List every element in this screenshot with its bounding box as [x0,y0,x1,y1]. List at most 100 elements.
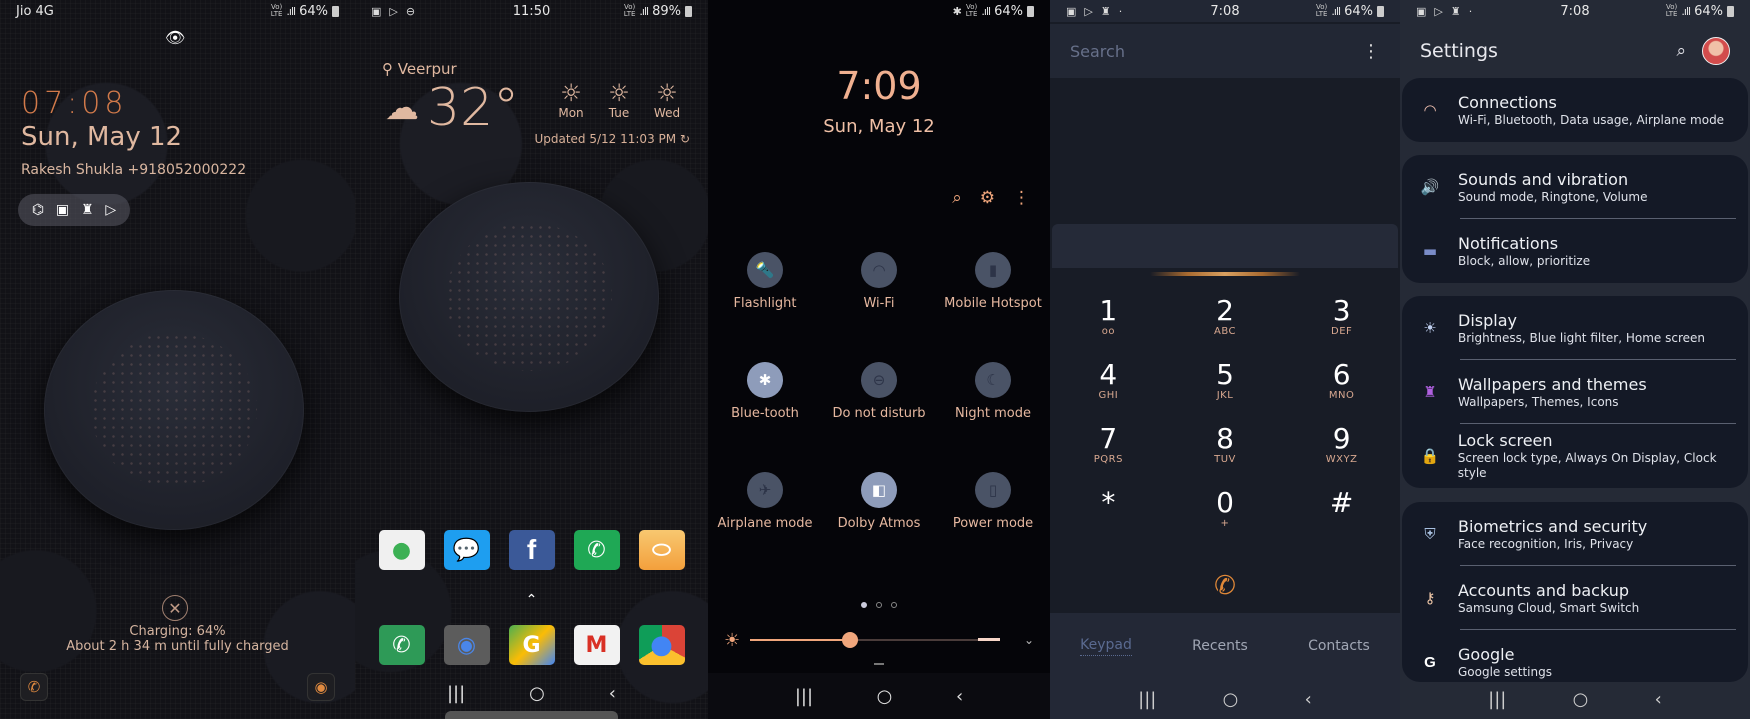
back-button[interactable]: ‹ [956,686,963,707]
panel-handle[interactable] [874,663,884,665]
phone-dialer: ▣ ▷ ♜ · 7:08 Vo) LTE .ıll 64% Search ⋮ 1 ᴏᴏ 2 A… [1050,0,1400,719]
page-dot[interactable] [861,602,867,608]
search-icon[interactable]: ⌕ [952,188,962,208]
quick-tile[interactable]: ◧ Dolby Atmos [822,472,936,546]
camera-shortcut[interactable]: ◉ [307,673,335,701]
eye-icon[interactable]: 👁 [165,28,185,47]
number-display[interactable] [1050,78,1400,224]
settings-item[interactable]: ⚷ Accounts and backup Samsung Cloud, Smart… [1402,566,1748,630]
quick-tile[interactable]: ⊖ Do not disturb [822,362,936,436]
gear-icon[interactable]: ⚙ [980,188,995,208]
chrome-app-icon[interactable]: ● [638,625,685,665]
recents-button[interactable]: ||| [1488,689,1506,710]
keypad-key[interactable]: * [1050,488,1167,530]
maps-app-icon[interactable]: G [508,625,555,665]
keypad-key[interactable]: 7 PQRS [1050,424,1167,466]
quick-tile[interactable]: ▮ Mobile Hotspot [936,252,1050,326]
close-icon[interactable]: ✕ [162,595,188,621]
home-button[interactable]: ○ [1573,689,1589,710]
game-launcher-icon[interactable]: ⌬ [32,202,44,218]
brightness-slider[interactable] [750,632,1000,648]
keypad-key[interactable]: 3 DEF [1283,296,1400,338]
recents-button[interactable]: ||| [1138,689,1156,710]
gmail-app-icon[interactable]: M [573,625,620,665]
keypad-key[interactable]: 0 + [1167,488,1284,530]
recents-button[interactable]: ||| [795,686,813,707]
chevron-down-icon[interactable]: ⌄ [1024,633,1034,647]
panel-date[interactable]: Sun, May 12 [708,116,1050,137]
play-store-icon[interactable]: ▷ [105,202,116,218]
keypad-key[interactable]: 4 GHI [1050,360,1167,402]
home-button[interactable]: ○ [877,686,893,707]
settings-item[interactable]: ☀ Display Brightness, Blue light filter, H… [1402,296,1748,360]
notes-app-icon[interactable]: ⬭ [638,530,685,570]
keypad-key[interactable]: 2 ABC [1167,296,1284,338]
back-button[interactable]: ‹ [1655,689,1662,710]
refresh-icon[interactable]: ↻ [680,132,690,146]
settings-item[interactable]: G Google Google settings [1402,630,1748,682]
keypad-key[interactable]: 8 TUV [1167,424,1284,466]
settings-item[interactable]: 🔊 Sounds and vibration Sound mode, Rington… [1402,155,1748,219]
theme-brush-icon[interactable]: ♜ [81,202,94,218]
back-button[interactable]: ‹ [1305,689,1312,710]
battery-percent: 64% [1344,3,1373,19]
tab-recents[interactable]: Recents [1192,638,1248,654]
battery-percent: 64% [299,3,328,19]
toggle-app-icon[interactable]: ● [378,530,425,570]
more-options-icon[interactable]: ⋮ [1013,188,1030,208]
key-letters: MNO [1328,390,1355,401]
settings-item-title: Notifications [1458,233,1559,253]
avatar[interactable] [1702,37,1730,65]
phone-shortcut[interactable]: ✆ [20,673,48,701]
brightness-thumb[interactable] [842,632,859,648]
keypad-key[interactable]: 9 WXYZ [1283,424,1400,466]
keypad-key[interactable]: 1 ᴏᴏ [1050,296,1167,338]
page-dot[interactable] [876,602,882,608]
home-button[interactable]: ○ [1223,689,1239,710]
quick-tile[interactable]: ◠ Wi-Fi [822,252,936,326]
quick-tile[interactable]: 🔦 Flashlight [708,252,822,326]
tab-keypad[interactable]: Keypad [1080,637,1132,656]
back-button[interactable]: ‹ [609,683,616,704]
quick-tile[interactable]: ☾ Night mode [936,362,1050,436]
settings-item-title: Accounts and backup [1458,580,1630,600]
page-title: Settings [1420,40,1498,62]
keypad-key[interactable]: 5 JKL [1167,360,1284,402]
settings-item[interactable]: ◠ Connections Wi-Fi, Bluetooth, Data usage… [1402,78,1748,142]
keypad-key[interactable]: 6 MNO [1283,360,1400,402]
settings-item[interactable]: ♜ Wallpapers and themes Wallpapers, Themes… [1402,360,1748,424]
phone-app-icon[interactable]: ✆ [378,625,425,665]
battery-percent: 64% [994,3,1023,19]
weather-current[interactable]: ☁ 32° [385,78,519,138]
search-icon[interactable]: ⌕ [1676,41,1686,61]
messages-app-icon[interactable]: 💬 [443,530,490,570]
dock: ✆ ◉ G M ● [355,625,708,665]
settings-item[interactable]: ⛨ Biometrics and security Face recognition… [1402,502,1748,566]
facebook-app-icon[interactable]: f [508,530,555,570]
weather-location[interactable]: ⚲ Veerpur [382,60,457,78]
brightness-control: ☀ ⌄ [724,629,1034,651]
call-button[interactable]: ✆ [1050,571,1400,601]
panel-clock[interactable]: 7:09 [708,64,1050,108]
settings-item[interactable]: 🔒 Lock screen Screen lock type, Always On … [1402,424,1748,488]
quick-tile[interactable]: ▯ Power mode [936,472,1050,546]
quick-tile[interactable]: ✱ Blue-tooth [708,362,822,436]
camera-app-icon[interactable]: ◉ [443,625,490,665]
more-options-icon[interactable]: ⋮ [1362,41,1380,62]
keypad-key[interactable]: # [1283,488,1400,530]
google-icon: G [1424,653,1436,671]
gesture-handle[interactable] [445,711,618,719]
recents-button[interactable]: ||| [447,683,465,704]
app-drawer-arrow-icon[interactable]: ⌃ [355,592,708,608]
page-dot[interactable] [891,602,897,608]
settings-item-subtitle: Sound mode, Ringtone, Volume [1458,189,1648,204]
brightness-sun-icon: ☀ [724,629,741,651]
tab-contacts[interactable]: Contacts [1308,638,1370,654]
quick-tile[interactable]: ✈ Airplane mode [708,472,822,546]
search-input[interactable]: Search [1070,42,1125,61]
settings-item[interactable]: ▬ Notifications Block, allow, prioritize [1402,219,1748,283]
gallery-icon[interactable]: ▣ [56,202,69,218]
home-button[interactable]: ○ [529,683,545,704]
more-notifications-dot: · [1118,4,1123,18]
whatsapp-app-icon[interactable]: ✆ [573,530,620,570]
